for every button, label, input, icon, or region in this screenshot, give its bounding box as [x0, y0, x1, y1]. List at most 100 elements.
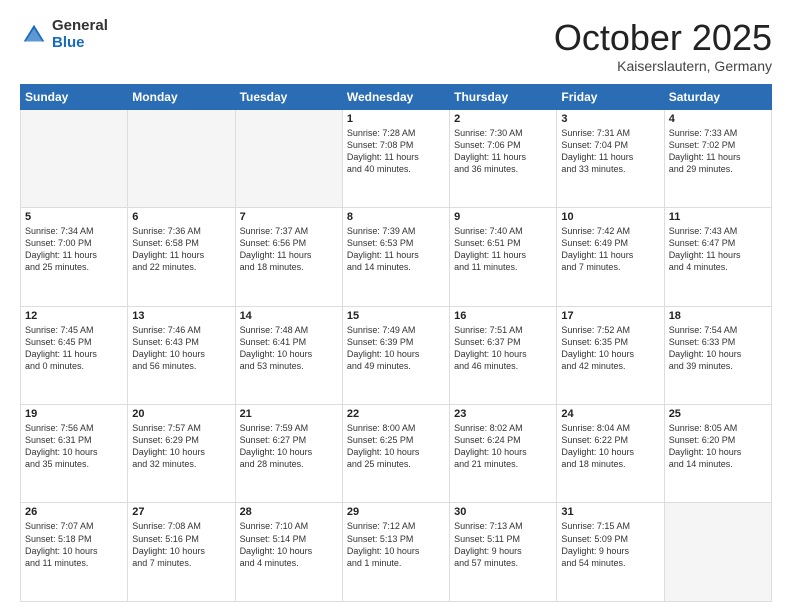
- day-info: Sunrise: 7:07 AM Sunset: 5:18 PM Dayligh…: [25, 520, 123, 569]
- day-info: Sunrise: 7:34 AM Sunset: 7:00 PM Dayligh…: [25, 225, 123, 274]
- logo-icon: [20, 21, 48, 49]
- calendar-cell: 29 Sunrise: 7:12 AM Sunset: 5:13 PM Dayli…: [342, 503, 449, 602]
- calendar-week-row: 1Sunrise: 7:28 AM Sunset: 7:08 PM Daylig…: [21, 109, 772, 207]
- day-info: Sunrise: 7:13 AM Sunset: 5:11 PM Dayligh…: [454, 520, 552, 569]
- day-info: Sunrise: 7:12 AM Sunset: 5:13 PM Dayligh…: [347, 520, 445, 569]
- day-number: 23: [454, 408, 552, 420]
- calendar-week-row: 5 Sunrise: 7:34 AM Sunset: 7:00 PM Daylig…: [21, 208, 772, 306]
- calendar-cell: 6 Sunrise: 7:36 AM Sunset: 6:58 PM Daylig…: [128, 208, 235, 306]
- weekday-header-sunday: Sunday: [21, 84, 128, 109]
- day-number: 4: [669, 113, 767, 125]
- calendar-cell: 9Sunrise: 7:40 AM Sunset: 6:51 PM Daylig…: [450, 208, 557, 306]
- day-number: 16: [454, 310, 552, 322]
- calendar-cell: 10 Sunrise: 7:42 AM Sunset: 6:49 PM Dayli…: [557, 208, 664, 306]
- day-info: Sunrise: 7:52 AM Sunset: 6:35 PM Dayligh…: [561, 324, 659, 373]
- logo-text: General Blue: [52, 18, 108, 51]
- month-title: October 2025: [554, 18, 772, 58]
- day-info: Sunrise: 7:48 AM Sunset: 6:41 PM Dayligh…: [240, 324, 338, 373]
- calendar-cell: [21, 109, 128, 207]
- day-info: Sunrise: 8:00 AM Sunset: 6:25 PM Dayligh…: [347, 422, 445, 471]
- calendar-cell: 27 Sunrise: 7:08 AM Sunset: 5:16 PM Dayli…: [128, 503, 235, 602]
- day-info: Sunrise: 8:04 AM Sunset: 6:22 PM Dayligh…: [561, 422, 659, 471]
- calendar-cell: 30 Sunrise: 7:13 AM Sunset: 5:11 PM Dayli…: [450, 503, 557, 602]
- logo: General Blue: [20, 18, 108, 51]
- calendar-cell: 13 Sunrise: 7:46 AM Sunset: 6:43 PM Dayli…: [128, 306, 235, 404]
- calendar-cell: 14 Sunrise: 7:48 AM Sunset: 6:41 PM Dayli…: [235, 306, 342, 404]
- day-info: Sunrise: 7:28 AM Sunset: 7:08 PM Dayligh…: [347, 127, 445, 176]
- weekday-header-saturday: Saturday: [664, 84, 771, 109]
- day-info: Sunrise: 7:08 AM Sunset: 5:16 PM Dayligh…: [132, 520, 230, 569]
- day-number: 8: [347, 211, 445, 223]
- day-number: 6: [132, 211, 230, 223]
- day-info: Sunrise: 7:56 AM Sunset: 6:31 PM Dayligh…: [25, 422, 123, 471]
- day-number: 5: [25, 211, 123, 223]
- day-number: 22: [347, 408, 445, 420]
- weekday-header-monday: Monday: [128, 84, 235, 109]
- day-number: 28: [240, 506, 338, 518]
- weekday-header-friday: Friday: [557, 84, 664, 109]
- weekday-header-row: SundayMondayTuesdayWednesdayThursdayFrid…: [21, 84, 772, 109]
- day-number: 10: [561, 211, 659, 223]
- calendar-cell: 18Sunrise: 7:54 AM Sunset: 6:33 PM Dayli…: [664, 306, 771, 404]
- calendar-cell: 26 Sunrise: 7:07 AM Sunset: 5:18 PM Dayli…: [21, 503, 128, 602]
- day-number: 30: [454, 506, 552, 518]
- day-number: 21: [240, 408, 338, 420]
- day-number: 17: [561, 310, 659, 322]
- day-info: Sunrise: 7:42 AM Sunset: 6:49 PM Dayligh…: [561, 225, 659, 274]
- calendar-cell: 31Sunrise: 7:15 AM Sunset: 5:09 PM Dayli…: [557, 503, 664, 602]
- calendar-cell: 4 Sunrise: 7:33 AM Sunset: 7:02 PM Daylig…: [664, 109, 771, 207]
- weekday-header-tuesday: Tuesday: [235, 84, 342, 109]
- day-info: Sunrise: 8:05 AM Sunset: 6:20 PM Dayligh…: [669, 422, 767, 471]
- title-block: October 2025 Kaiserslautern, Germany: [554, 18, 772, 74]
- calendar-cell: [664, 503, 771, 602]
- day-info: Sunrise: 7:37 AM Sunset: 6:56 PM Dayligh…: [240, 225, 338, 274]
- calendar-cell: 2Sunrise: 7:30 AM Sunset: 7:06 PM Daylig…: [450, 109, 557, 207]
- day-info: Sunrise: 7:43 AM Sunset: 6:47 PM Dayligh…: [669, 225, 767, 274]
- day-info: Sunrise: 7:57 AM Sunset: 6:29 PM Dayligh…: [132, 422, 230, 471]
- calendar-cell: 24 Sunrise: 8:04 AM Sunset: 6:22 PM Dayli…: [557, 405, 664, 503]
- logo-general-text: General: [52, 18, 108, 35]
- header: General Blue October 2025 Kaiserslautern…: [20, 18, 772, 74]
- calendar-table: SundayMondayTuesdayWednesdayThursdayFrid…: [20, 84, 772, 602]
- day-info: Sunrise: 7:59 AM Sunset: 6:27 PM Dayligh…: [240, 422, 338, 471]
- calendar-cell: 19 Sunrise: 7:56 AM Sunset: 6:31 PM Dayli…: [21, 405, 128, 503]
- day-number: 27: [132, 506, 230, 518]
- day-number: 13: [132, 310, 230, 322]
- day-info: Sunrise: 7:45 AM Sunset: 6:45 PM Dayligh…: [25, 324, 123, 373]
- calendar-cell: 17 Sunrise: 7:52 AM Sunset: 6:35 PM Dayli…: [557, 306, 664, 404]
- day-info: Sunrise: 7:33 AM Sunset: 7:02 PM Dayligh…: [669, 127, 767, 176]
- day-number: 19: [25, 408, 123, 420]
- day-number: 18: [669, 310, 767, 322]
- day-number: 29: [347, 506, 445, 518]
- day-number: 24: [561, 408, 659, 420]
- calendar-cell: 23 Sunrise: 8:02 AM Sunset: 6:24 PM Dayli…: [450, 405, 557, 503]
- weekday-header-wednesday: Wednesday: [342, 84, 449, 109]
- day-number: 26: [25, 506, 123, 518]
- calendar-cell: 16Sunrise: 7:51 AM Sunset: 6:37 PM Dayli…: [450, 306, 557, 404]
- calendar-cell: [128, 109, 235, 207]
- day-info: Sunrise: 7:39 AM Sunset: 6:53 PM Dayligh…: [347, 225, 445, 274]
- day-number: 15: [347, 310, 445, 322]
- calendar-cell: 15Sunrise: 7:49 AM Sunset: 6:39 PM Dayli…: [342, 306, 449, 404]
- calendar-cell: 20 Sunrise: 7:57 AM Sunset: 6:29 PM Dayli…: [128, 405, 235, 503]
- day-info: Sunrise: 7:15 AM Sunset: 5:09 PM Dayligh…: [561, 520, 659, 569]
- day-number: 11: [669, 211, 767, 223]
- day-info: Sunrise: 7:40 AM Sunset: 6:51 PM Dayligh…: [454, 225, 552, 274]
- location-subtitle: Kaiserslautern, Germany: [554, 58, 772, 74]
- day-info: Sunrise: 7:36 AM Sunset: 6:58 PM Dayligh…: [132, 225, 230, 274]
- day-number: 3: [561, 113, 659, 125]
- day-info: Sunrise: 8:02 AM Sunset: 6:24 PM Dayligh…: [454, 422, 552, 471]
- day-info: Sunrise: 7:46 AM Sunset: 6:43 PM Dayligh…: [132, 324, 230, 373]
- calendar-cell: 11 Sunrise: 7:43 AM Sunset: 6:47 PM Dayli…: [664, 208, 771, 306]
- day-info: Sunrise: 7:31 AM Sunset: 7:04 PM Dayligh…: [561, 127, 659, 176]
- calendar-cell: 22 Sunrise: 8:00 AM Sunset: 6:25 PM Dayli…: [342, 405, 449, 503]
- page: General Blue October 2025 Kaiserslautern…: [0, 0, 792, 612]
- calendar-cell: 21 Sunrise: 7:59 AM Sunset: 6:27 PM Dayli…: [235, 405, 342, 503]
- calendar-week-row: 19 Sunrise: 7:56 AM Sunset: 6:31 PM Dayli…: [21, 405, 772, 503]
- logo-blue-text: Blue: [52, 35, 108, 52]
- day-number: 14: [240, 310, 338, 322]
- day-number: 20: [132, 408, 230, 420]
- calendar-cell: 12 Sunrise: 7:45 AM Sunset: 6:45 PM Dayli…: [21, 306, 128, 404]
- calendar-week-row: 26 Sunrise: 7:07 AM Sunset: 5:18 PM Dayli…: [21, 503, 772, 602]
- day-number: 12: [25, 310, 123, 322]
